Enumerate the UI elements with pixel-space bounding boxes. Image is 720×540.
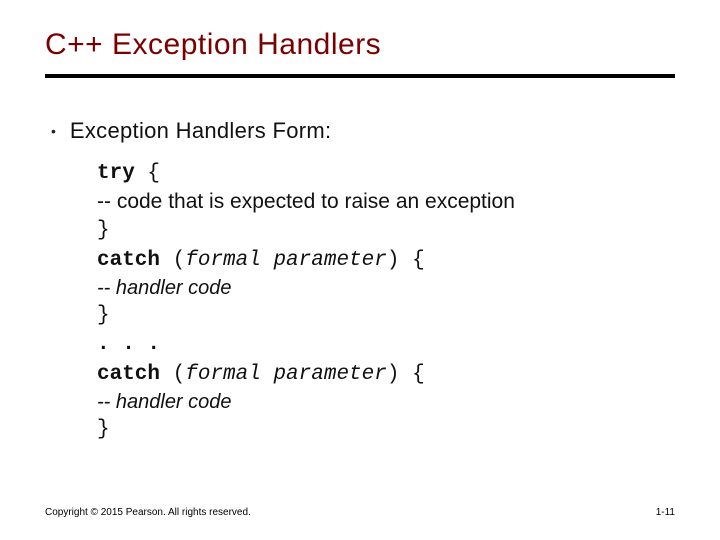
- catch-paren-open-2: (: [160, 363, 185, 386]
- bullet-dot-icon: •: [51, 124, 56, 138]
- catch-close-brace-1: }: [97, 302, 675, 330]
- formal-parameter-1: formal parameter: [185, 249, 387, 272]
- catch-paren-close-1: ) {: [387, 249, 425, 272]
- ellipsis: . . .: [97, 331, 675, 359]
- catch-close-brace-2: }: [97, 416, 675, 444]
- catch-paren-open-1: (: [160, 249, 185, 272]
- try-open-brace: {: [135, 162, 160, 185]
- try-close-brace: }: [97, 217, 675, 245]
- page-number: 1-11: [656, 507, 675, 518]
- try-keyword: try: [97, 162, 135, 185]
- catch-keyword-2: catch: [97, 363, 160, 386]
- formal-parameter-2: formal parameter: [185, 363, 387, 386]
- bullet-item: • Exception Handlers Form:: [51, 118, 675, 144]
- title-divider: [45, 74, 675, 78]
- bullet-text: Exception Handlers Form:: [70, 118, 332, 144]
- catch-paren-close-2: ) {: [387, 363, 425, 386]
- footer: Copyright © 2015 Pearson. All rights res…: [45, 507, 675, 518]
- copyright-text: Copyright © 2015 Pearson. All rights res…: [45, 507, 251, 518]
- handler-comment-1: -- handler code: [97, 275, 675, 302]
- slide-title: C++ Exception Handlers: [45, 28, 675, 62]
- handler-comment-2: -- handler code: [97, 389, 675, 416]
- catch-keyword-1: catch: [97, 249, 160, 272]
- code-block: try { -- code that is expected to raise …: [97, 158, 675, 445]
- try-comment: -- code that is expected to raise an exc…: [97, 188, 675, 216]
